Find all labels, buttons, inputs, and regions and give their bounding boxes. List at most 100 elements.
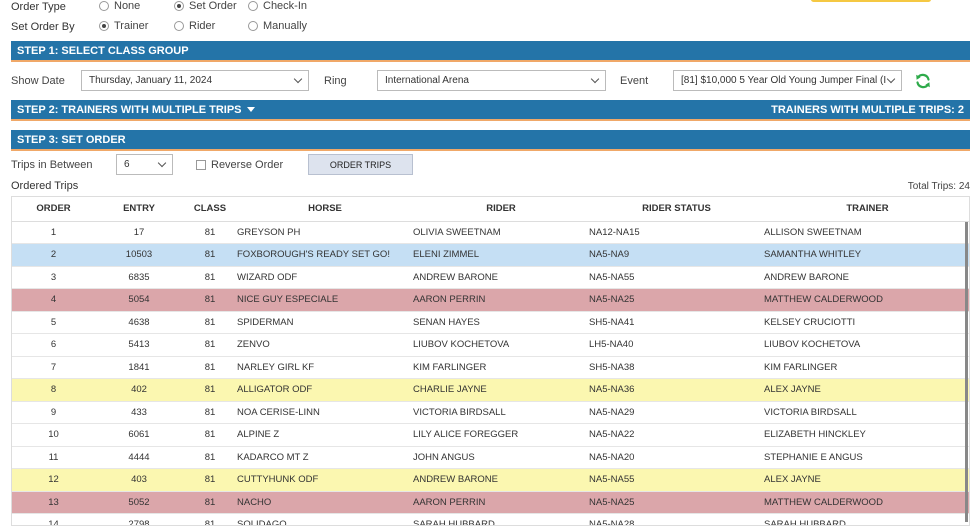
- table-row[interactable]: 6 5413 81 ZENVO LIUBOV KOCHETOVA LH5-NA40 LIUB…: [12, 333, 969, 357]
- cell-order: 12: [12, 468, 95, 492]
- cell-horse: NARLEY GIRL KF: [237, 356, 413, 379]
- set-order-by-rider-radio[interactable]: Rider: [174, 20, 215, 32]
- cell-rider: ANDREW BARONE: [413, 266, 589, 289]
- cell-class: 81: [183, 221, 237, 244]
- cell-rider-status: NA5-NA9: [589, 243, 764, 267]
- set-order-by-label: Set Order By: [11, 21, 75, 33]
- cell-entry: 433: [95, 401, 183, 424]
- cell-rider-status: NA5-NA22: [589, 423, 764, 447]
- cell-trainer: STEPHANIE E ANGUS: [764, 446, 969, 469]
- table-row[interactable]: 12 403 81 CUTTYHUNK ODF ANDREW BARONE NA5-NA5…: [12, 468, 969, 492]
- cell-order: 9: [12, 401, 95, 424]
- cell-horse: NOA CERISE-LINN: [237, 401, 413, 424]
- cell-trainer: ALEX JAYNE: [764, 378, 969, 402]
- cell-entry: 17: [95, 221, 183, 244]
- radio-icon: [248, 1, 258, 11]
- cell-rider-status: NA5-NA20: [589, 446, 764, 469]
- show-date-select[interactable]: Thursday, January 11, 2024: [81, 70, 309, 91]
- cell-rider-status: NA5-NA25: [589, 288, 764, 312]
- cell-rider-status: NA5-NA55: [589, 266, 764, 289]
- order-type-set-order-radio[interactable]: Set Order: [174, 0, 237, 12]
- cell-rider: AARON PERRIN: [413, 288, 589, 312]
- cell-horse: FOXBOROUGH'S READY SET GO!: [237, 243, 413, 267]
- cell-rider-status: NA5-NA29: [589, 401, 764, 424]
- set-order-by-trainer-radio[interactable]: Trainer: [99, 20, 148, 32]
- cell-order: 13: [12, 491, 95, 514]
- order-type-none-radio[interactable]: None: [99, 0, 140, 12]
- cell-horse: ALLIGATOR ODF: [237, 378, 413, 402]
- table-row[interactable]: 14 2798 81 SOLIDAGO SARAH HUBBARD NA5-NA28 SAR…: [12, 513, 969, 525]
- cell-rider: SENAN HAYES: [413, 311, 589, 334]
- table-row[interactable]: 4 5054 81 NICE GUY ESPECIALE AARON PERRIN NA5…: [12, 288, 969, 312]
- step3-header: STEP 3: SET ORDER: [11, 130, 970, 151]
- order-type-check-in-radio[interactable]: Check-In: [248, 0, 307, 12]
- cell-horse: ALPINE Z: [237, 423, 413, 447]
- table-scrollbar[interactable]: [965, 222, 968, 522]
- cell-trainer: KELSEY CRUCIOTTI: [764, 311, 969, 334]
- ordered-trips-label: Ordered Trips: [11, 180, 79, 192]
- column-header-class[interactable]: CLASS: [183, 197, 237, 222]
- cell-rider: ELENI ZIMMEL: [413, 243, 589, 267]
- trips-between-select[interactable]: 6: [116, 154, 173, 175]
- cell-trainer: ANDREW BARONE: [764, 266, 969, 289]
- cell-order: 4: [12, 288, 95, 312]
- step2-trainer-count: TRAINERS WITH MULTIPLE TRIPS: 2: [771, 103, 964, 116]
- cell-rider-status: SH5-NA38: [589, 356, 764, 379]
- cell-trainer: MATTHEW CALDERWOOD: [764, 491, 969, 514]
- table-row[interactable]: 5 4638 81 SPIDERMAN SENAN HAYES SH5-NA41 KELSE…: [12, 311, 969, 334]
- column-header-order[interactable]: ORDER: [12, 197, 95, 222]
- table-row[interactable]: 11 4444 81 KADARCO MT Z JOHN ANGUS NA5-NA20 ST…: [12, 446, 969, 469]
- cell-order: 14: [12, 513, 95, 525]
- column-header-rider-status[interactable]: RIDER STATUS: [589, 197, 764, 222]
- cell-entry: 5054: [95, 288, 183, 312]
- cell-class: 81: [183, 288, 237, 312]
- cell-order: 10: [12, 423, 95, 447]
- cell-entry: 2798: [95, 513, 183, 525]
- table-row[interactable]: 3 6835 81 WIZARD ODF ANDREW BARONE NA5-NA55 AN…: [12, 266, 969, 289]
- cell-entry: 402: [95, 378, 183, 402]
- column-header-entry[interactable]: ENTRY: [95, 197, 183, 222]
- cell-trainer: SAMANTHA WHITLEY: [764, 243, 969, 267]
- cell-horse: SPIDERMAN: [237, 311, 413, 334]
- column-header-rider[interactable]: RIDER: [413, 197, 589, 222]
- cell-entry: 5413: [95, 333, 183, 357]
- cell-rider-status: NA5-NA28: [589, 513, 764, 525]
- order-trips-button[interactable]: ORDER TRIPS: [308, 154, 413, 175]
- cell-horse: SOLIDAGO: [237, 513, 413, 525]
- radio-icon: [248, 21, 258, 31]
- cell-rider: LIUBOV KOCHETOVA: [413, 333, 589, 357]
- ring-value: International Arena: [385, 75, 469, 86]
- cell-class: 81: [183, 401, 237, 424]
- cell-class: 81: [183, 491, 237, 514]
- column-header-horse[interactable]: HORSE: [237, 197, 413, 222]
- ring-select[interactable]: International Arena: [377, 70, 606, 91]
- table-row[interactable]: 8 402 81 ALLIGATOR ODF CHARLIE JAYNE NA5-NA36…: [12, 378, 969, 402]
- cell-rider-status: NA5-NA25: [589, 491, 764, 514]
- top-accent-bar: [811, 0, 931, 2]
- table-row[interactable]: 9 433 81 NOA CERISE-LINN VICTORIA BIRDSALL NA…: [12, 401, 969, 424]
- refresh-icon[interactable]: [915, 73, 931, 89]
- column-header-trainer[interactable]: TRAINER: [764, 197, 969, 222]
- cell-entry: 1841: [95, 356, 183, 379]
- cell-rider-status: NA12-NA15: [589, 221, 764, 244]
- reverse-order-checkbox[interactable]: [196, 160, 206, 170]
- event-select[interactable]: [81] $10,000 5 Year Old Young Jumper Fin…: [673, 70, 902, 91]
- step3-title: STEP 3: SET ORDER: [17, 133, 126, 146]
- chevron-down-icon: [886, 74, 896, 84]
- table-row[interactable]: 10 6061 81 ALPINE Z LILY ALICE FOREGGER NA5-N…: [12, 423, 969, 447]
- total-trips-count: Total Trips: 24: [907, 181, 970, 192]
- table-row[interactable]: 13 5052 81 NACHO AARON PERRIN NA5-NA25 MATTHEW…: [12, 491, 969, 514]
- cell-order: 8: [12, 378, 95, 402]
- table-row[interactable]: 1 17 81 GREYSON PH OLIVIA SWEETNAM NA12-NA15 A…: [12, 221, 969, 244]
- show-date-label: Show Date: [11, 75, 65, 87]
- cell-trainer: SARAH HUBBARD: [764, 513, 969, 525]
- step2-header[interactable]: STEP 2: TRAINERS WITH MULTIPLE TRIPS TRA…: [11, 100, 970, 121]
- trips-between-value: 6: [124, 159, 130, 170]
- table-row[interactable]: 2 10503 81 FOXBOROUGH'S READY SET GO! ELENI …: [12, 243, 969, 267]
- table-row[interactable]: 7 1841 81 NARLEY GIRL KF KIM FARLINGER SH5-NA…: [12, 356, 969, 379]
- cell-entry: 6061: [95, 423, 183, 447]
- cell-trainer: ELIZABETH HINCKLEY: [764, 423, 969, 447]
- cell-class: 81: [183, 311, 237, 334]
- set-order-by-manually-radio[interactable]: Manually: [248, 20, 307, 32]
- set-order-by-row: Set Order By: [11, 19, 99, 35]
